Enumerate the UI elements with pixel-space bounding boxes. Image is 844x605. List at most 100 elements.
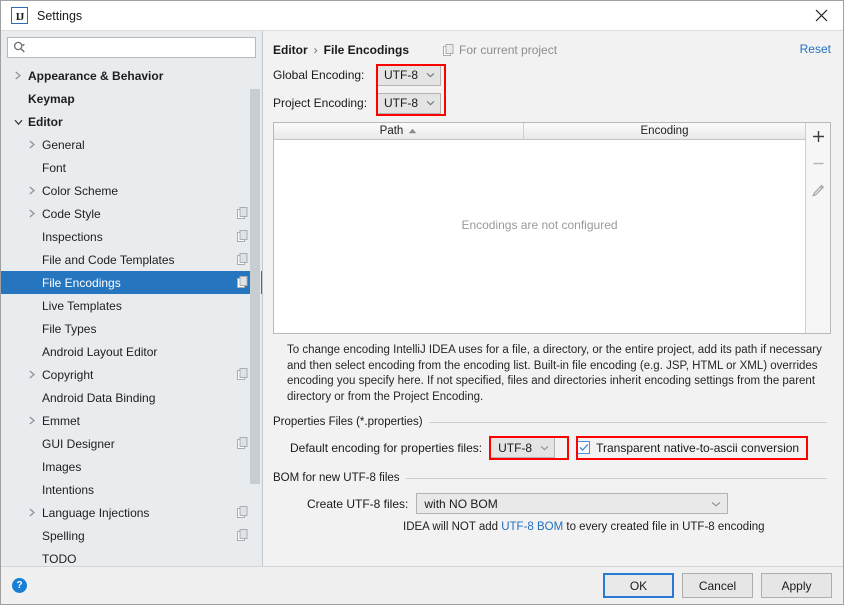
sidebar-item-label: Code Style: [42, 206, 101, 221]
project-scope-icon: [237, 368, 248, 380]
project-scope-icon: [443, 44, 454, 56]
sidebar-item-file-encodings[interactable]: File Encodings: [1, 271, 262, 294]
sidebar-item-file-and-code-templates[interactable]: File and Code Templates: [1, 248, 262, 271]
sidebar-item-label: Color Scheme: [42, 183, 119, 198]
sidebar-item-language-injections[interactable]: Language Injections: [1, 501, 262, 524]
sidebar-item-label: Copyright: [42, 367, 94, 382]
sidebar-item-keymap[interactable]: Keymap: [1, 87, 262, 110]
chevron-right-icon[interactable]: [25, 370, 39, 379]
sidebar-item-emmet[interactable]: Emmet: [1, 409, 262, 432]
check-icon: [579, 443, 589, 452]
breadcrumb-parent[interactable]: Editor: [273, 43, 308, 57]
chevron-down-icon: [711, 501, 721, 507]
edit-icon[interactable]: [807, 179, 830, 202]
sidebar-item-label: Android Data Binding: [42, 390, 156, 405]
settings-sidebar: Appearance & Behavior Keymap Editor General…: [1, 31, 263, 566]
checkbox-box: [577, 441, 591, 454]
sidebar-item-label: File Encodings: [42, 275, 121, 290]
column-header-path[interactable]: Path: [274, 123, 524, 139]
project-encoding-row: Project Encoding: UTF-8: [273, 91, 831, 115]
sidebar-item-color-scheme[interactable]: Color Scheme: [1, 179, 262, 202]
transparent-native-to-ascii-label: Transparent native-to-ascii conversion: [596, 440, 800, 455]
project-scope-icon: [237, 230, 248, 242]
sidebar-scrollbar-thumb[interactable]: [250, 89, 260, 484]
group-divider: [405, 477, 827, 479]
settings-content-panel: Editor › File Encodings For current proj…: [264, 31, 843, 566]
search-box[interactable]: [7, 37, 256, 58]
bom-hint: IDEA will NOT add UTF-8 BOM to every cre…: [273, 521, 831, 533]
sidebar-item-live-templates[interactable]: Live Templates: [1, 294, 262, 317]
project-scope-icon: [237, 437, 248, 449]
sidebar-item-label: File Types: [42, 321, 97, 336]
sidebar-item-spelling[interactable]: Spelling: [1, 524, 262, 547]
project-scope-icon: [237, 276, 248, 288]
create-utf8-files-dropdown[interactable]: with NO BOM: [416, 493, 729, 514]
transparent-native-to-ascii-checkbox[interactable]: Transparent native-to-ascii conversion: [577, 441, 799, 455]
encodings-empty-message: Encodings are not configured: [461, 218, 618, 232]
sidebar-item-intentions[interactable]: Intentions: [1, 478, 262, 501]
sidebar-item-gui-designer[interactable]: GUI Designer: [1, 432, 262, 455]
sidebar-item-label: Images: [42, 459, 82, 474]
chevron-right-icon[interactable]: [25, 416, 39, 425]
chevron-down-icon[interactable]: [11, 118, 25, 126]
sidebar-item-android-data-binding[interactable]: Android Data Binding: [1, 386, 262, 409]
apply-button[interactable]: Apply: [761, 573, 832, 598]
chevron-down-icon: [426, 100, 435, 106]
chevron-right-icon[interactable]: [25, 209, 39, 218]
sidebar-item-font[interactable]: Font: [1, 156, 262, 179]
sidebar-item-label: General: [42, 137, 85, 152]
sidebar-item-android-layout-editor[interactable]: Android Layout Editor: [1, 340, 262, 363]
sidebar-item-todo[interactable]: TODO: [1, 547, 262, 566]
sort-ascending-icon: [408, 125, 417, 137]
sidebar-item-inspections[interactable]: Inspections: [1, 225, 262, 248]
app-logo-icon: IJ: [11, 7, 28, 24]
default-properties-encoding-dropdown[interactable]: UTF-8: [490, 437, 556, 458]
dialog-footer: ? OK Cancel Apply: [1, 566, 843, 604]
default-properties-encoding-row: Default encoding for properties files: U…: [273, 435, 831, 460]
project-encoding-value: UTF-8: [384, 96, 418, 110]
remove-icon[interactable]: [807, 152, 830, 175]
global-encoding-value: UTF-8: [384, 68, 418, 82]
sidebar-scrollbar-track[interactable]: [250, 64, 261, 566]
global-encoding-dropdown[interactable]: UTF-8: [376, 64, 441, 86]
column-header-path-label: Path: [379, 125, 404, 137]
sidebar-item-images[interactable]: Images: [1, 455, 262, 478]
close-icon[interactable]: [799, 1, 843, 30]
encodings-table-header: Path Encoding: [274, 123, 805, 140]
chevron-right-icon[interactable]: [25, 186, 39, 195]
breadcrumb: Editor › File Encodings For current proj…: [273, 41, 831, 59]
utf8-bom-link[interactable]: UTF-8 BOM: [501, 521, 563, 533]
chevron-right-icon[interactable]: [11, 71, 25, 80]
encodings-table-body[interactable]: Encodings are not configured: [274, 140, 805, 333]
breadcrumb-current: File Encodings: [323, 43, 410, 57]
settings-tree[interactable]: Appearance & Behavior Keymap Editor General…: [1, 64, 262, 566]
help-icon[interactable]: ?: [12, 578, 27, 593]
sidebar-item-label: Spelling: [42, 528, 85, 543]
sidebar-item-appearance-behavior[interactable]: Appearance & Behavior: [1, 64, 262, 87]
window-title: Settings: [37, 8, 83, 23]
ok-button[interactable]: OK: [603, 573, 674, 598]
encodings-description: To change encoding IntelliJ IDEA uses fo…: [287, 344, 822, 403]
project-encoding-dropdown[interactable]: UTF-8: [376, 92, 441, 114]
sidebar-item-label: TODO: [42, 551, 77, 566]
chevron-right-icon[interactable]: [25, 140, 39, 149]
reset-link[interactable]: Reset: [800, 42, 831, 56]
sidebar-item-file-types[interactable]: File Types: [1, 317, 262, 340]
group-divider: [428, 421, 827, 423]
sidebar-item-copyright[interactable]: Copyright: [1, 363, 262, 386]
search-icon: [13, 41, 27, 54]
project-scope-icon: [237, 253, 248, 265]
chevron-right-icon[interactable]: [25, 508, 39, 517]
column-header-encoding[interactable]: Encoding: [524, 123, 805, 139]
sidebar-item-label: File and Code Templates: [42, 252, 175, 267]
sidebar-item-code-style[interactable]: Code Style: [1, 202, 262, 225]
window-titlebar: IJ Settings: [1, 1, 843, 31]
sidebar-item-editor[interactable]: Editor: [1, 110, 262, 133]
search-input[interactable]: [30, 39, 255, 56]
sidebar-item-label: Editor: [28, 114, 63, 129]
add-icon[interactable]: [807, 125, 830, 148]
sidebar-item-general[interactable]: General: [1, 133, 262, 156]
sidebar-item-label: Intentions: [42, 482, 95, 497]
help-glyph: ?: [16, 580, 23, 591]
cancel-button[interactable]: Cancel: [682, 573, 753, 598]
